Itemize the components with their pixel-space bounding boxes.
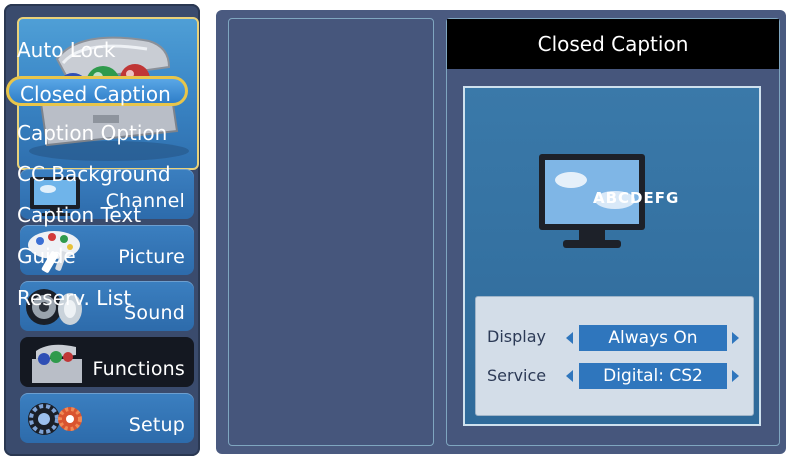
menu-item-cc-background[interactable]: CC Background [17,162,171,186]
display-next-arrow-icon[interactable] [731,332,739,344]
display-label: Display [487,327,546,346]
panel-title: Closed Caption [447,19,779,69]
functions-menu [228,18,434,446]
menu-item-reserv-list[interactable]: Reserv. List [17,286,131,310]
menu-item-guide[interactable]: Guide [17,244,76,268]
preview-caption-text: ABCDEFG [593,189,679,207]
nav-sound-label: Sound [124,302,185,324]
service-label: Service [487,366,547,385]
display-value[interactable]: Always On [579,325,727,351]
nav-functions[interactable]: Functions [20,337,194,387]
toolbox-icon [32,344,82,383]
menu-item-auto-lock[interactable]: Auto Lock [17,38,115,62]
caption-preview-tv-icon: ABCDEFG [539,154,679,248]
gears-icon [28,403,82,435]
menu-item-caption-text[interactable]: Caption Text [17,203,141,227]
main-menu-sidebar: Channel Picture Sound Functions Setup [4,4,200,456]
menu-item-closed-caption[interactable]: Closed Caption [6,76,188,106]
caption-settings-box [475,296,754,416]
service-next-arrow-icon[interactable] [731,370,739,382]
nav-setup[interactable]: Setup [20,393,194,443]
display-prev-arrow-icon[interactable] [566,332,574,344]
menu-item-caption-option[interactable]: Caption Option [17,121,167,145]
service-prev-arrow-icon[interactable] [566,370,574,382]
nav-setup-label: Setup [128,414,185,436]
nav-functions-label: Functions [92,358,185,380]
service-value[interactable]: Digital: CS2 [579,363,727,389]
nav-picture-label: Picture [118,246,185,268]
